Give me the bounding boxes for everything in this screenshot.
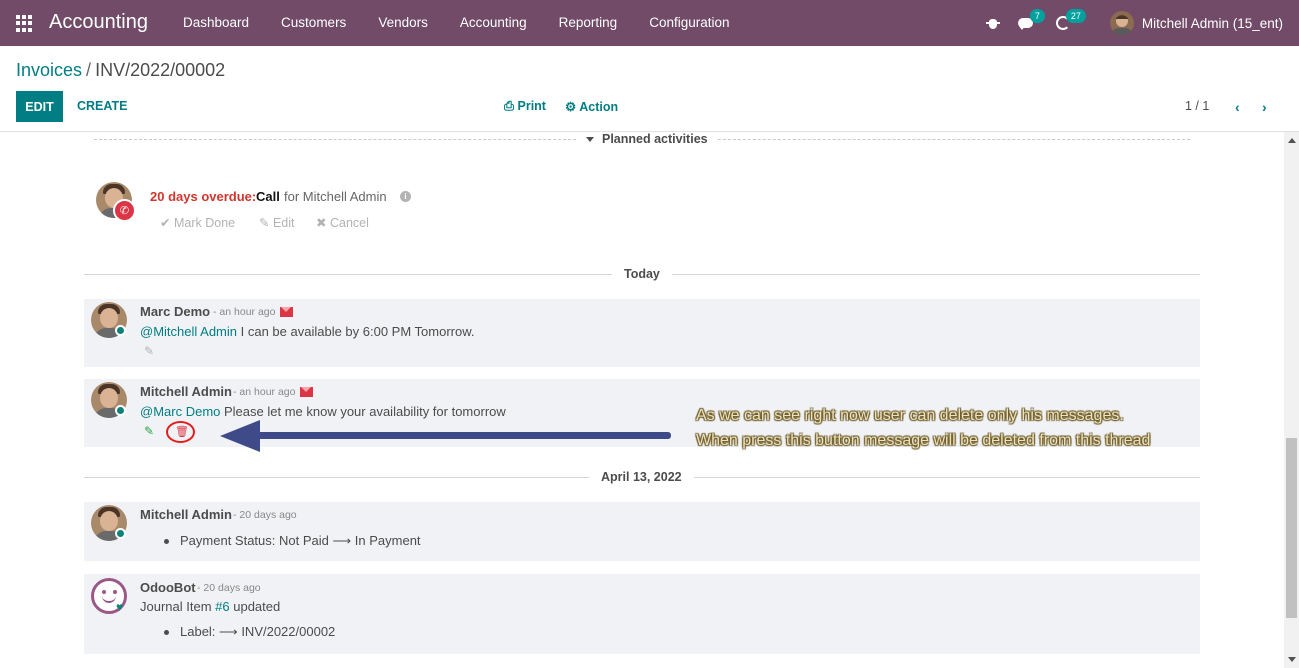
app-title[interactable]: Accounting (49, 11, 148, 34)
messages-count-badge: 7 (1029, 9, 1045, 23)
activities-count-badge: 27 (1065, 9, 1086, 23)
envelope-icon (280, 307, 293, 317)
message-body: @Mitchell Admin I can be available by 6:… (140, 324, 475, 339)
scroll-up-arrow-icon[interactable] (1288, 138, 1296, 143)
planned-activities-toggle[interactable]: Planned activities (578, 132, 716, 146)
menu-item-reporting[interactable]: Reporting (559, 15, 618, 30)
pencil-icon: ✎ (144, 344, 155, 358)
print-icon: ⎙ (504, 99, 515, 113)
messages-icon[interactable]: 7 (1017, 9, 1045, 30)
date-separator-april: April 13, 2022 (589, 470, 694, 484)
long-arrow-right-icon: ⟶ (219, 624, 238, 639)
activity-edit-button[interactable]: ✎ Edit (259, 215, 295, 230)
pager-next-icon[interactable]: › (1262, 99, 1267, 115)
action-button[interactable]: ⚙ Action (565, 99, 618, 114)
page-scrollbar[interactable] (1284, 132, 1299, 668)
menu-item-dashboard[interactable]: Dashboard (183, 15, 249, 30)
tracking-field: Label: (180, 624, 216, 639)
date-separator-today: Today (612, 267, 672, 281)
gear-icon: ⚙ (565, 100, 577, 114)
action-label: Action (579, 100, 619, 114)
breadcrumb-invoices-link[interactable]: Invoices (16, 60, 82, 80)
edit-button[interactable]: EDIT (16, 91, 63, 122)
delete-button-highlight (166, 421, 195, 443)
activity-edit-label: Edit (272, 216, 295, 230)
pager-value[interactable]: 1 / 1 (1185, 99, 1209, 113)
activity-overdue: 20 days overdue: (150, 189, 257, 204)
online-status-dot (115, 405, 126, 416)
scrollbar-thumb[interactable] (1286, 438, 1297, 618)
check-icon: ✔ (160, 216, 171, 230)
message-text: I can be available by 6:00 PM Tomorrow. (237, 324, 475, 339)
caret-down-icon (586, 137, 594, 143)
annotation-text-line-1: As we can see right now user can delete … (696, 407, 1124, 424)
message-date: - 20 days ago (197, 582, 261, 594)
create-button[interactable]: CREATE (77, 99, 127, 113)
user-avatar[interactable] (1109, 11, 1134, 35)
message-text-before: Journal Item (140, 599, 216, 614)
scroll-down-arrow-icon[interactable] (1288, 657, 1296, 662)
message-date: - an hour ago (213, 306, 276, 318)
pencil-icon: ✎ (259, 216, 270, 230)
activity-cancel-button[interactable]: ✖ Cancel (316, 215, 369, 230)
tracking-field: Payment Status: (180, 533, 276, 548)
message-author[interactable]: Mitchell Admin (140, 507, 232, 522)
journal-item-link[interactable]: #6 (215, 599, 229, 614)
tracking-new-value: In Payment (354, 533, 421, 548)
message-text: Please let me know your availability for… (220, 404, 506, 419)
tracking-new-value: INV/2022/00002 (241, 624, 336, 639)
message-mention[interactable]: @Mitchell Admin (140, 324, 237, 339)
edit-message-pencil-icon[interactable]: ✎ (144, 424, 154, 438)
activity-type: Call (256, 189, 280, 204)
message-author[interactable]: Mitchell Admin (140, 384, 232, 399)
annotation-text-line-2: When press this button message will be d… (696, 432, 1151, 449)
message-text-after: updated (229, 599, 281, 614)
menu-item-accounting[interactable]: Accounting (460, 15, 527, 30)
menu-item-configuration[interactable]: Configuration (649, 15, 729, 30)
activity-assignee: for Mitchell Admin (284, 189, 387, 204)
main-menu: Dashboard Customers Vendors Accounting R… (183, 15, 762, 30)
times-icon: ✖ (316, 216, 327, 230)
planned-activities-title: Planned activities (602, 132, 708, 146)
phone-call-icon: ✆ (113, 199, 136, 222)
tracking-value-item: Label: ⟶ INV/2022/00002 (163, 624, 336, 640)
envelope-icon (300, 387, 313, 397)
message-body: @Marc Demo Please let me know your avail… (140, 404, 506, 419)
mark-done-label: Mark Done (173, 216, 236, 230)
menu-item-customers[interactable]: Customers (281, 15, 346, 30)
debug-bug-icon[interactable] (985, 16, 1000, 30)
tracking-value-item: Payment Status: Not Paid ⟶ In Payment (164, 533, 421, 549)
navbar-systray: 7 27 Mitchell Admin (15_ent) (985, 0, 1283, 46)
top-navbar: Accounting Dashboard Customers Vendors A… (0, 0, 1299, 46)
print-button[interactable]: ⎙ Print (504, 99, 546, 114)
annotation-arrow-head (220, 420, 260, 452)
activities-clock-icon[interactable]: 27 (1055, 9, 1086, 30)
message-mention[interactable]: @Marc Demo (140, 404, 220, 419)
breadcrumb: Invoices / INV/2022/00002 (16, 60, 225, 81)
heart-status-icon: ♥ (116, 600, 124, 614)
pager-previous-icon[interactable]: ‹ (1235, 99, 1240, 115)
activity-cancel-label: Cancel (329, 216, 369, 230)
online-status-dot (115, 325, 126, 336)
annotation-arrow-shaft (255, 432, 671, 439)
online-status-dot (115, 528, 126, 539)
message-date: - an hour ago (233, 386, 296, 398)
message-date: - 20 days ago (233, 509, 297, 521)
message-body: Journal Item #6 updated (140, 599, 280, 614)
menu-item-vendors[interactable]: Vendors (378, 15, 428, 30)
breadcrumb-separator: / (86, 60, 92, 80)
breadcrumb-current: INV/2022/00002 (95, 60, 226, 80)
apps-menu-icon[interactable] (16, 15, 33, 32)
tracking-old-value: Not Paid (279, 533, 329, 548)
long-arrow-right-icon: ⟶ (332, 533, 352, 548)
mark-done-button[interactable]: ✔ Mark Done (160, 215, 235, 230)
message-author[interactable]: OdooBot (140, 580, 196, 595)
user-name[interactable]: Mitchell Admin (15_ent) (1142, 16, 1283, 31)
message-author[interactable]: Marc Demo (140, 304, 210, 319)
print-label: Print (517, 99, 546, 113)
info-icon[interactable]: i (400, 191, 411, 202)
